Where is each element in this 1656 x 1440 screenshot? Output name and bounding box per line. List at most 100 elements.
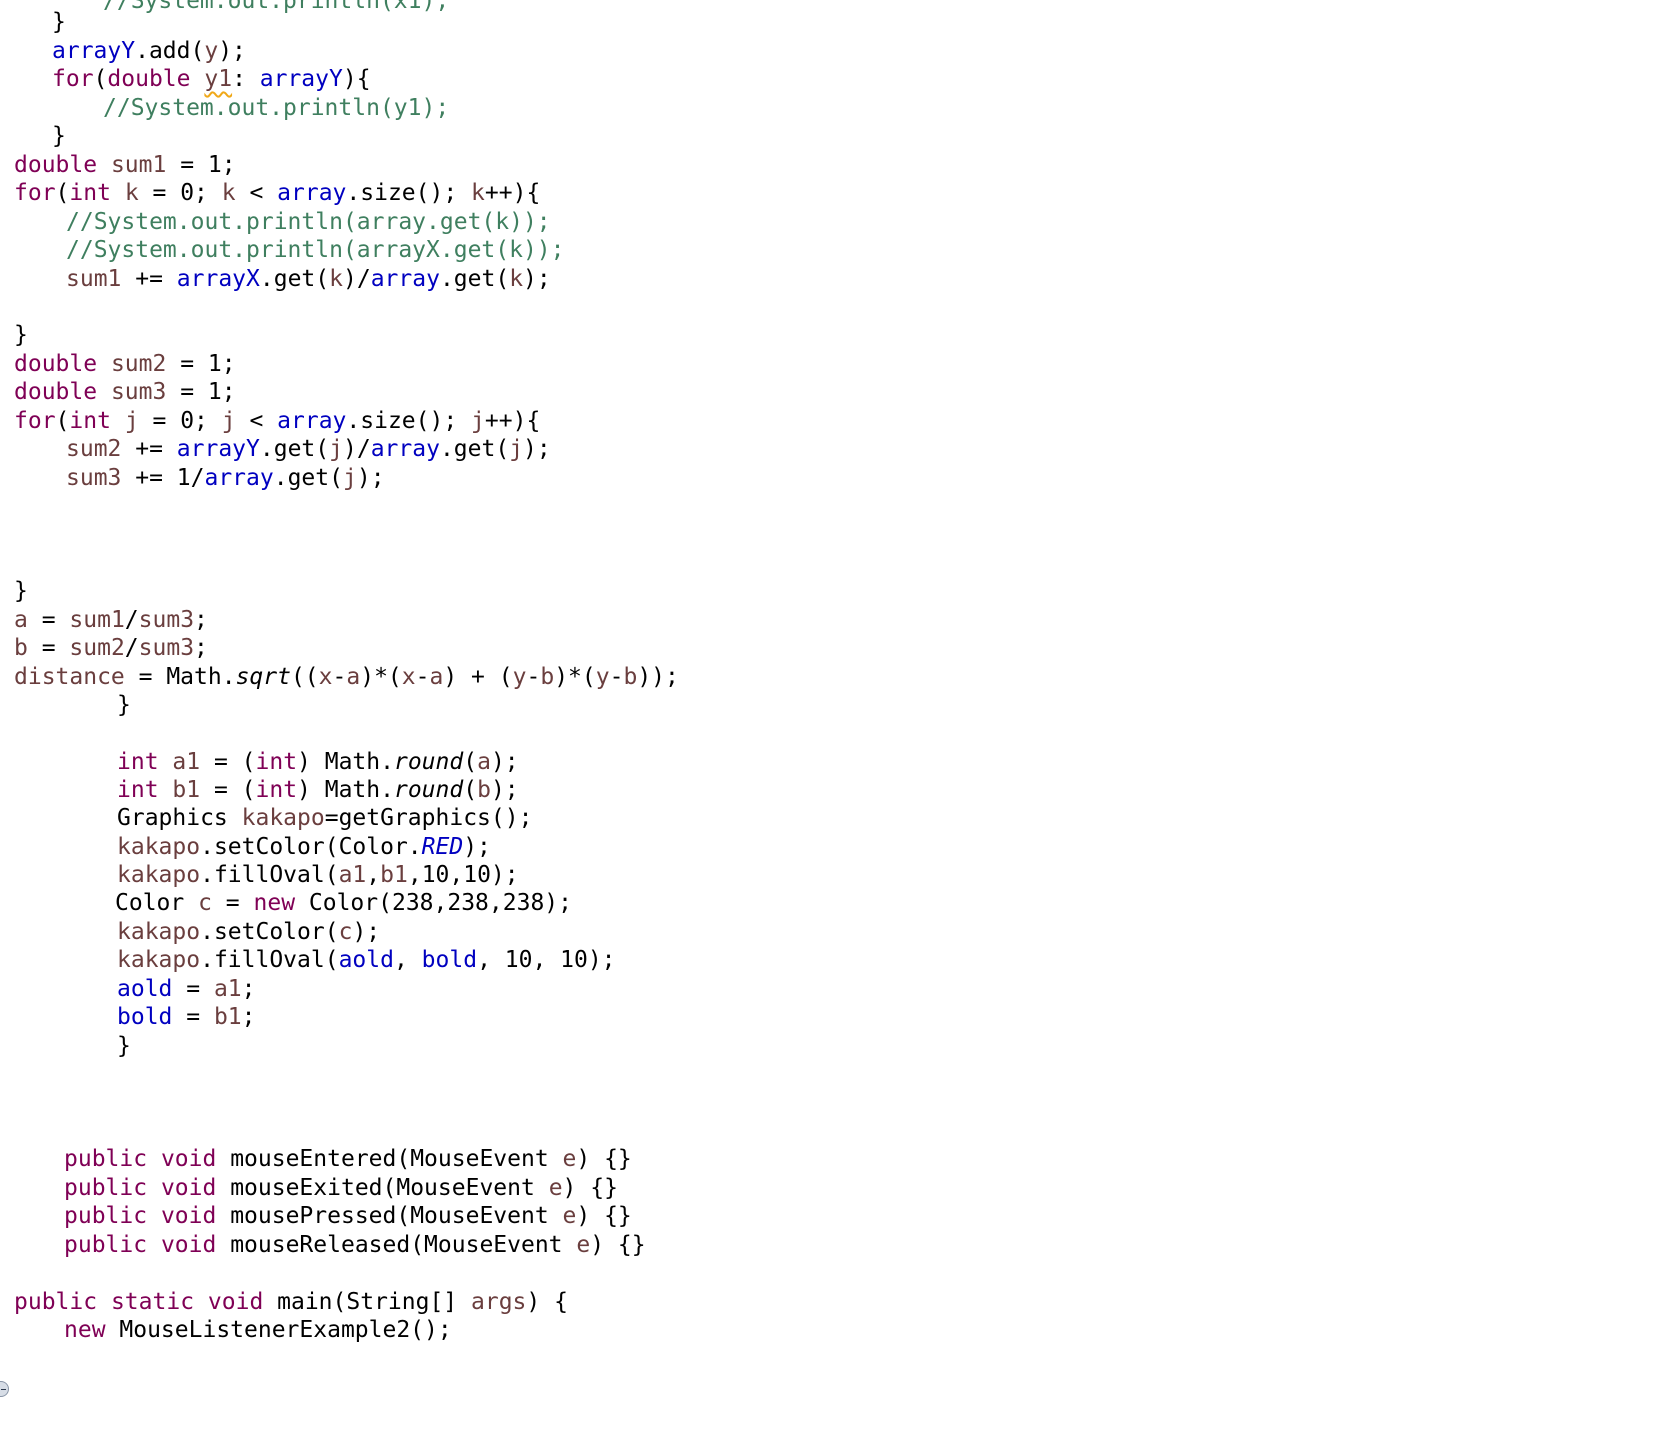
- code-line[interactable]: //System.out.println(arrayX.get(k));: [66, 235, 565, 265]
- code-token: =: [172, 1004, 214, 1030]
- code-line[interactable]: double sum1 = 1;: [14, 150, 236, 180]
- code-line[interactable]: public void mouseReleased(MouseEvent e) …: [64, 1230, 646, 1260]
- code-token: sum2: [69, 635, 125, 661]
- code-editor[interactable]: //System.out.println(x1);} arrayY.add(y);…: [0, 0, 1656, 1440]
- code-line[interactable]: for(int k = 0; k < array.size(); k++){: [14, 178, 540, 208]
- code-token: static: [110, 1289, 195, 1315]
- code-token: double: [14, 152, 98, 178]
- code-token: =: [27, 607, 70, 633]
- code-token: array: [370, 266, 440, 292]
- code-token: public: [14, 1289, 98, 1315]
- code-line[interactable]: int b1 = (int) Math.round(b);: [117, 775, 519, 805]
- code-line[interactable]: int a1 = (int) Math.round(a);: [117, 747, 519, 777]
- code-line[interactable]: b = sum2/sum3;: [14, 633, 208, 663]
- code-token: array: [204, 465, 274, 491]
- code-token: aold: [117, 976, 173, 1002]
- code-token: )/: [342, 436, 371, 462]
- code-token: b1: [172, 777, 201, 803]
- code-token: mouseEntered(MouseEvent: [216, 1146, 563, 1172]
- code-token: +=: [121, 266, 177, 292]
- code-line[interactable]: bold = b1;: [117, 1002, 256, 1032]
- code-line[interactable]: kakapo.fillOval(a1,b1,10,10);: [117, 860, 519, 890]
- code-token: = 0;: [138, 180, 222, 206]
- code-token: public: [64, 1232, 148, 1258]
- code-token: int: [69, 180, 111, 206]
- code-line[interactable]: }: [14, 320, 28, 350]
- code-token: .get(: [259, 266, 330, 292]
- code-line[interactable]: double sum2 = 1;: [14, 349, 236, 379]
- code-line[interactable]: sum3 += 1/array.get(j);: [66, 463, 385, 493]
- code-token: mousePressed(MouseEvent: [216, 1203, 563, 1229]
- code-token: j: [124, 408, 139, 434]
- collapse-minus-icon[interactable]: [0, 1381, 9, 1397]
- code-token: array: [277, 180, 347, 206]
- code-line[interactable]: aold = a1;: [117, 974, 256, 1004]
- code-token: new: [253, 890, 296, 916]
- code-line[interactable]: kakapo.setColor(Color.RED);: [117, 832, 491, 862]
- code-line[interactable]: public void mousePressed(MouseEvent e) {…: [64, 1201, 632, 1231]
- code-token: round: [393, 749, 464, 775]
- code-token: /: [124, 607, 139, 633]
- code-token: //System.out.println(y1);: [103, 95, 450, 121]
- code-line[interactable]: }: [117, 690, 131, 720]
- code-line[interactable]: double sum3 = 1;: [14, 377, 236, 407]
- code-token: j: [509, 436, 524, 462]
- code-token: a: [429, 664, 444, 690]
- code-line[interactable]: }: [52, 7, 66, 37]
- code-token: int: [255, 777, 298, 803]
- code-token: arrayX: [176, 266, 260, 292]
- code-token: public: [64, 1203, 148, 1229]
- code-line[interactable]: //System.out.println(array.get(k));: [66, 207, 551, 237]
- code-token: = (: [200, 777, 256, 803]
- code-line[interactable]: Color c = new Color(238,238,238);: [115, 888, 572, 918]
- code-token: .get(: [259, 436, 330, 462]
- code-token: a1: [172, 749, 201, 775]
- code-token: j: [221, 408, 236, 434]
- code-line[interactable]: //System.out.println(x1);: [103, 0, 449, 16]
- code-token: void: [207, 1289, 264, 1315]
- code-line[interactable]: public void mouseExited(MouseEvent e) {}: [64, 1173, 618, 1203]
- code-line[interactable]: Graphics kakapo=getGraphics();: [117, 803, 532, 833]
- code-token: ) {}: [562, 1175, 618, 1201]
- code-line[interactable]: for(double y1: arrayY){: [52, 64, 371, 94]
- code-token: RED: [421, 834, 464, 860]
- code-token: );: [490, 749, 519, 775]
- code-token: .add(: [135, 38, 205, 64]
- code-line[interactable]: distance = Math.sqrt((x-a)*(x-a) + (y-b)…: [14, 662, 679, 692]
- code-token: );: [523, 436, 551, 462]
- code-line[interactable]: arrayY.add(y);: [52, 36, 246, 66]
- code-line[interactable]: }: [52, 121, 66, 151]
- code-line[interactable]: sum2 += arrayY.get(j)/array.get(j);: [66, 434, 551, 464]
- code-line[interactable]: }: [117, 1031, 131, 1061]
- code-line[interactable]: kakapo.setColor(c);: [117, 917, 380, 947]
- code-token: =: [27, 635, 70, 661]
- code-token: )*(: [554, 664, 596, 690]
- code-line[interactable]: public static void main(String[] args) {: [14, 1287, 568, 1317]
- code-line[interactable]: }: [14, 576, 28, 606]
- code-line[interactable]: a = sum1/sum3;: [14, 605, 208, 635]
- code-line[interactable]: for(int j = 0; j < array.size(); j++){: [14, 406, 540, 436]
- code-token: ((: [290, 664, 319, 690]
- code-token: sum3: [138, 635, 195, 661]
- code-token: );: [356, 465, 385, 491]
- code-token: .get(: [439, 436, 510, 462]
- code-token: void: [160, 1175, 217, 1201]
- code-line[interactable]: public void mouseEntered(MouseEvent e) {…: [64, 1144, 632, 1174]
- code-line[interactable]: kakapo.fillOval(aold, bold, 10, 10);: [117, 945, 616, 975]
- code-token: b: [477, 777, 491, 803]
- code-token: kakapo: [117, 862, 201, 888]
- code-token: sum1: [69, 607, 125, 633]
- code-token: a1: [213, 976, 242, 1002]
- code-token: for: [52, 66, 94, 92]
- code-line[interactable]: sum1 += arrayX.get(k)/array.get(k);: [66, 264, 551, 294]
- code-token: sum1: [110, 152, 167, 178]
- code-token: .get(: [439, 266, 510, 292]
- code-token: e: [548, 1175, 563, 1201]
- code-token: .get(: [273, 465, 343, 491]
- code-line[interactable]: new MouseListenerExample2();: [64, 1315, 452, 1345]
- code-token: int: [69, 408, 111, 434]
- code-line[interactable]: //System.out.println(y1);: [103, 93, 449, 123]
